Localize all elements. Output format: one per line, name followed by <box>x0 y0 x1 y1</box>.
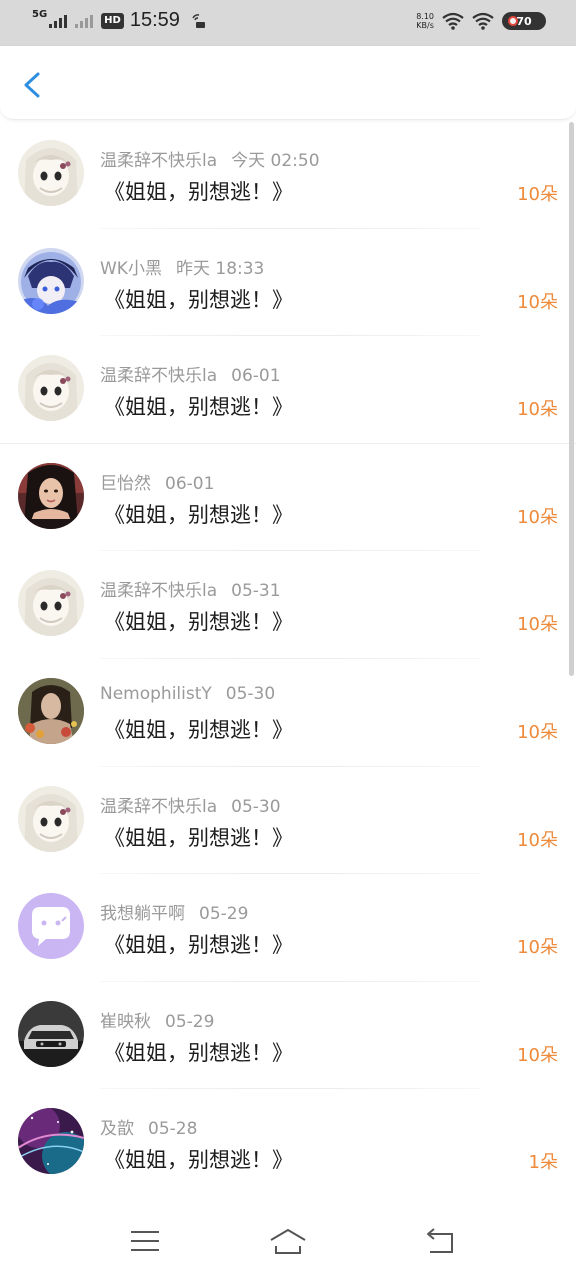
gift-count: 10朵 <box>517 184 558 205</box>
timestamp: 06-01 <box>165 473 215 494</box>
battery-icon: 70 <box>502 12 546 30</box>
item-meta: 温柔辞不快乐la 05-31 <box>100 576 281 601</box>
avatar[interactable] <box>18 785 84 852</box>
sender-name: 温柔辞不快乐la <box>100 796 218 817</box>
sender-name: WK小黑 <box>100 258 162 279</box>
list-item[interactable]: 崔映秋 05-29 《姐姐，别想逃！》 10朵 <box>0 982 576 1090</box>
sender-name: 我想躺平啊 <box>100 904 185 925</box>
book-title: 《姐姐，别想逃！》 <box>104 933 293 958</box>
signal-icon-secondary <box>75 14 94 28</box>
sender-name: 温柔辞不快乐la <box>100 581 218 602</box>
timestamp: 05-30 <box>225 683 276 704</box>
status-right: 8.10 KB/s 70 <box>416 12 546 30</box>
timestamp: 05-29 <box>199 904 249 925</box>
book-title: 《姐姐，别想逃！》 <box>104 502 293 527</box>
avatar[interactable] <box>18 140 84 206</box>
book-title: 《姐姐，别想逃！》 <box>104 287 293 312</box>
timestamp: 05-31 <box>231 581 281 602</box>
item-meta: 温柔辞不快乐la 06-01 <box>100 361 281 386</box>
list-item[interactable]: NemophilistY 05-30 《姐姐，别想逃！》 10朵 <box>0 659 576 767</box>
book-title: 《姐姐，别想逃！》 <box>104 717 293 742</box>
timestamp: 05-28 <box>148 1119 198 1140</box>
item-meta: 我想躺平啊 05-29 <box>100 899 248 924</box>
item-meta: 温柔辞不快乐la 今天 02:50 <box>100 146 320 171</box>
back-arrow-icon[interactable] <box>18 68 48 102</box>
notification-icon <box>192 13 205 28</box>
speed-unit: KB/s <box>416 21 434 30</box>
gift-count: 10朵 <box>517 829 558 851</box>
list-item[interactable]: 温柔辞不快乐la 05-31 《姐姐，别想逃！》 10朵 <box>0 551 576 659</box>
avatar[interactable] <box>18 677 84 744</box>
sender-name: 温柔辞不快乐la <box>100 151 218 171</box>
list-item[interactable]: 巨怡然 06-01 《姐姐，别想逃！》 10朵 <box>0 444 576 552</box>
book-title: 《姐姐，别想逃！》 <box>104 180 293 204</box>
sender-name: 温柔辞不快乐la <box>100 366 218 387</box>
battery-saver-dot <box>508 16 518 26</box>
gift-count: 10朵 <box>517 1044 558 1066</box>
avatar[interactable] <box>18 893 84 960</box>
system-navbar <box>0 1196 576 1280</box>
wifi-icon-secondary <box>472 12 494 30</box>
list-item[interactable]: 温柔辞不快乐la 06-01 《姐姐，别想逃！》 10朵 <box>0 336 576 444</box>
battery-level: 70 <box>516 14 532 28</box>
network-speed: 8.10 KB/s <box>416 12 434 30</box>
list-item[interactable]: 及歆 05-28 《姐姐，别想逃！》 1朵 <box>0 1089 576 1197</box>
list-item[interactable]: 我想躺平啊 05-29 《姐姐，别想逃！》 10朵 <box>0 874 576 982</box>
status-left: 5G HD 15:59 <box>32 9 206 32</box>
item-meta: 及歆 05-28 <box>100 1114 197 1139</box>
gift-count: 10朵 <box>517 937 558 959</box>
item-meta: WK小黑 昨天 18:33 <box>100 254 264 279</box>
item-meta: 崔映秋 05-29 <box>100 1007 214 1032</box>
book-title: 《姐姐，别想逃！》 <box>104 610 293 635</box>
avatar[interactable] <box>18 570 84 637</box>
speed-value: 8.10 <box>416 12 434 21</box>
list-item[interactable]: 温柔辞不快乐la 今天 02:50 《姐姐，别想逃！》 10朵 <box>0 121 576 229</box>
avatar[interactable] <box>18 1000 84 1067</box>
book-title: 《姐姐，别想逃！》 <box>104 1148 293 1173</box>
book-title: 《姐姐，别想逃！》 <box>104 395 293 420</box>
home-icon[interactable] <box>268 1226 308 1256</box>
book-title: 《姐姐，别想逃！》 <box>104 825 293 850</box>
timestamp: 05-30 <box>231 796 281 817</box>
timestamp: 昨天 18:33 <box>175 258 265 279</box>
gift-count: 10朵 <box>517 399 558 421</box>
scrollbar[interactable] <box>569 122 574 676</box>
top-header <box>0 46 576 120</box>
gift-count: 10朵 <box>517 506 558 528</box>
book-title: 《姐姐，别想逃！》 <box>104 1040 293 1065</box>
gift-count: 10朵 <box>517 291 558 313</box>
sender-name: 及歆 <box>100 1119 134 1140</box>
timestamp: 今天 02:50 <box>231 151 320 171</box>
item-meta: 巨怡然 06-01 <box>100 469 214 494</box>
gift-count: 10朵 <box>517 614 558 636</box>
wifi-icon <box>442 12 464 30</box>
timestamp: 05-29 <box>165 1011 215 1032</box>
avatar[interactable] <box>18 247 84 314</box>
sender-name: NemophilistY <box>100 683 212 704</box>
item-meta: NemophilistY 05-30 <box>100 684 275 704</box>
network-type: 5G <box>32 8 48 20</box>
list-item[interactable]: 温柔辞不快乐la 05-30 《姐姐，别想逃！》 10朵 <box>0 767 576 875</box>
gift-count: 10朵 <box>517 721 558 743</box>
avatar[interactable] <box>18 1108 84 1175</box>
gift-list: 温柔辞不快乐la 今天 02:50 《姐姐，别想逃！》 10朵 WK小黑 昨天 18:33… <box>0 121 576 1197</box>
menu-icon[interactable] <box>125 1226 165 1256</box>
signal-icon <box>49 14 68 28</box>
item-meta: 温柔辞不快乐la 05-30 <box>100 792 281 817</box>
list-item[interactable]: WK小黑 昨天 18:33 《姐姐，别想逃！》 10朵 <box>0 229 576 337</box>
avatar[interactable] <box>18 462 84 529</box>
hd-badge: HD <box>101 12 124 29</box>
clock: 15:59 <box>129 9 180 31</box>
sender-name: 崔映秋 <box>100 1011 151 1032</box>
gift-count: 1朵 <box>528 1152 558 1174</box>
avatar[interactable] <box>18 355 84 422</box>
sender-name: 巨怡然 <box>100 473 151 494</box>
back-icon[interactable] <box>420 1226 460 1256</box>
status-bar: 5G HD 15:59 8.10 KB/s 70 <box>0 0 576 46</box>
timestamp: 06-01 <box>231 366 281 387</box>
